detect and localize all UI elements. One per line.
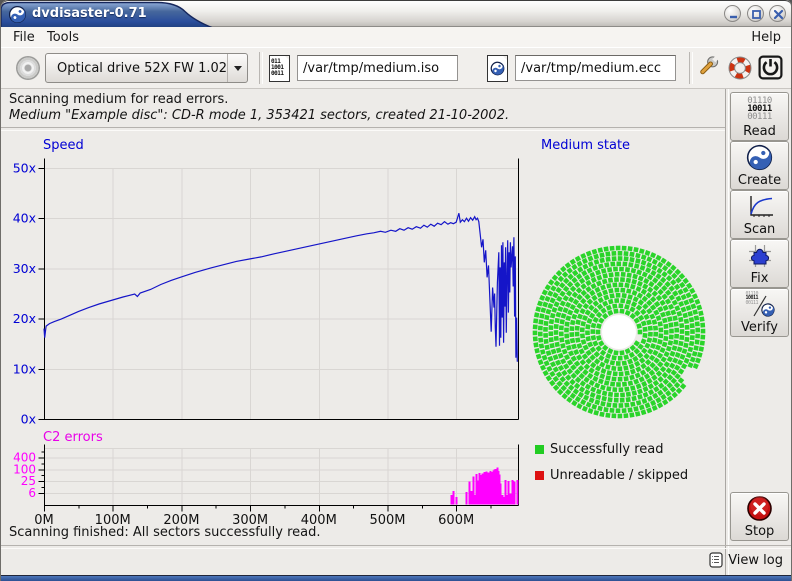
stop-button[interactable]: Stop [730,492,789,541]
app-yinyang-icon [8,5,27,24]
binary-icon: 01110 10011 00111 [747,97,772,121]
puzzle-icon [746,242,774,270]
legend-label: Successfully read [550,442,663,457]
drive-selector[interactable]: Optical drive 52X FW 1.02 [45,53,248,83]
red-x-icon [746,495,773,522]
optical-drive-icon [16,56,40,80]
menu-file[interactable]: File [9,29,39,46]
help-lifebuoy-icon[interactable] [728,56,752,80]
yinyang-icon [746,144,773,171]
menu-help[interactable]: Help [747,29,785,46]
window-title: dvdisaster-0.71 [32,6,147,21]
x-axis-tick-label: 500M [369,513,405,528]
iso-icon-binary-row: 0011 [271,71,283,77]
legend-item-read: Successfully read [535,442,663,457]
log-list-icon [709,552,723,568]
app-window: dvdisaster-0.71 File Tools Help Optical … [0,0,792,581]
ecc-file-icon [487,55,508,82]
title-bar[interactable]: dvdisaster-0.71 [1,0,791,27]
menu-bar: File Tools Help [1,27,791,47]
minimize-button[interactable] [724,5,741,22]
binary-yinyang-icon: 01110 10011 00111 [745,292,775,318]
scan-button-label: Scan [744,222,776,237]
sidebar-separator [725,89,729,575]
read-button-label: Read [743,124,776,139]
fix-button-label: Fix [751,271,769,286]
view-log-button[interactable]: View log [709,549,783,571]
green-swatch-icon [535,445,544,454]
read-button[interactable]: 01110 10011 00111 Read [730,92,789,141]
minimize-icon [726,7,741,22]
c2-axis-tick-label: 6 [28,486,36,500]
drive-selector-arrow [227,54,247,82]
drive-selector-value: Optical drive 52X FW 1.02 [46,61,227,76]
stop-button-label: Stop [745,524,775,539]
verify-button-label: Verify [741,320,778,335]
preferences-wrench-icon[interactable] [697,54,724,81]
create-button[interactable]: Create [730,141,789,190]
x-axis-tick-label: 600M [438,513,474,528]
scan-button[interactable]: Scan [730,190,789,239]
speed-curve [44,213,517,362]
legend-item-unreadable: Unreadable / skipped [535,468,688,483]
speed-axis-tick-label: 0x [21,412,36,427]
menu-tools[interactable]: Tools [43,29,83,46]
toolbar-separator [259,52,263,84]
maximize-button[interactable] [747,5,764,22]
speed-axis-tick-label: 40x [13,211,36,226]
legend-label: Unreadable / skipped [550,468,688,483]
window-bottom-edge [1,575,791,581]
create-button-label: Create [738,173,781,188]
speed-axis-tick-label: 50x [13,161,36,176]
speed-axis-tick-label: 10x [13,361,36,376]
toolbar-separator [689,52,693,84]
ecc-file-input[interactable] [515,55,676,81]
iso-file-input[interactable] [297,55,458,81]
fix-button[interactable]: Fix [730,239,789,288]
view-log-label: View log [728,553,783,568]
footer-message: Scanning finished: All sectors successfu… [9,525,321,540]
close-button[interactable] [769,5,786,22]
speed-axis-tick-label: 30x [13,261,36,276]
separator [1,545,791,549]
maximize-icon [749,7,764,22]
close-icon [771,7,786,22]
status-line-2: Medium "Example disc": CD-R mode 1, 3534… [9,108,509,123]
iso-file-icon: 011 1001 0011 [269,55,290,82]
medium-state-disc [526,236,716,426]
chevron-down-icon [234,66,242,75]
status-line-1: Scanning medium for read errors. [9,92,228,107]
curve-chart-icon [746,195,774,219]
speed-axis-tick-label: 20x [13,311,36,326]
verify-button[interactable]: 01110 10011 00111 Verify [730,288,789,337]
red-swatch-icon [535,471,544,480]
quit-power-icon[interactable] [758,55,783,80]
